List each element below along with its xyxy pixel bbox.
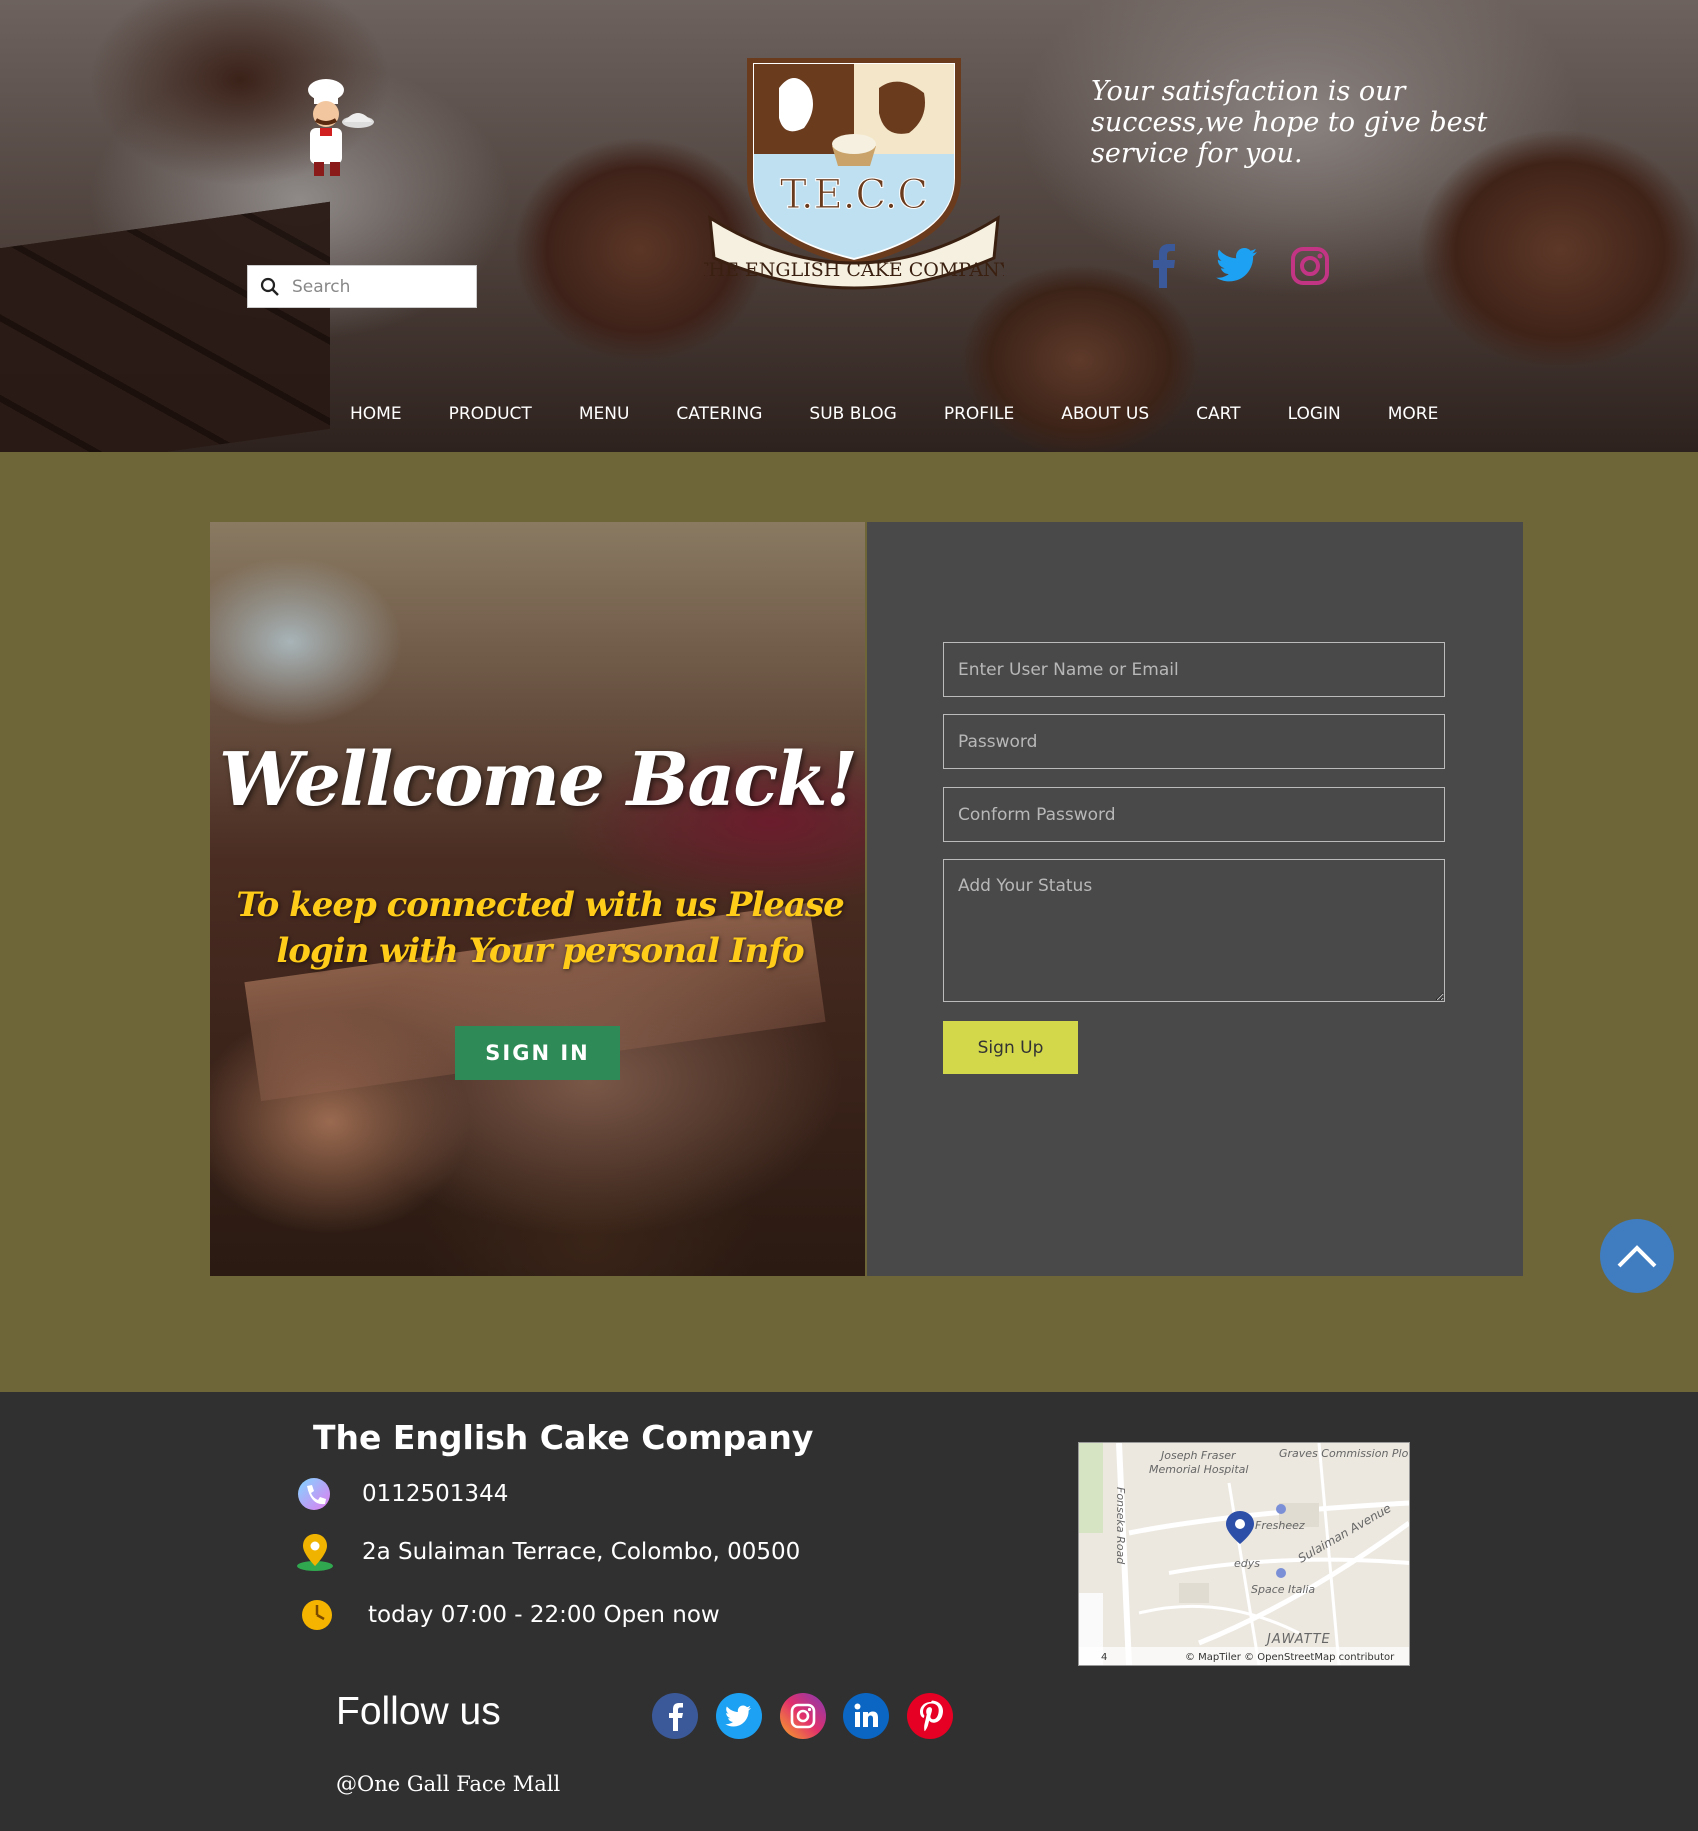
follow-us-label: Follow us (336, 1690, 501, 1733)
nav-home[interactable]: HOME (350, 404, 402, 434)
map-label-jawatte: JAWATTE (1264, 1632, 1331, 1647)
map-corner-label: 4 (1101, 1652, 1107, 1663)
map-label-fresheez: Fresheez (1255, 1519, 1305, 1532)
welcome-panel: Wellcome Back! To keep connected with us… (210, 522, 865, 1276)
clock-icon (302, 1600, 332, 1630)
signup-form-panel: Sign Up (867, 522, 1523, 1276)
scroll-to-top-button[interactable] (1600, 1219, 1674, 1293)
location-map[interactable]: Joseph Fraser Memorial Hospital Graves C… (1078, 1442, 1410, 1666)
map-label-edys: edys (1234, 1557, 1260, 1570)
map-attribution: © MapTiler © OpenStreetMap contributor (1185, 1652, 1395, 1663)
chevron-up-icon (1617, 1245, 1657, 1268)
nav-cart[interactable]: CART (1196, 404, 1240, 434)
username-email-field[interactable] (943, 642, 1445, 697)
instagram-icon[interactable] (1290, 244, 1330, 288)
footer-location-label: @One Gall Face Mall (336, 1772, 561, 1796)
footer-phone-row: 0112501344 (296, 1476, 508, 1512)
facebook-icon[interactable] (1148, 244, 1178, 288)
nav-login[interactable]: LOGIN (1288, 404, 1341, 434)
nav-catering[interactable]: CATERING (676, 404, 762, 434)
header-banner: T.E.C.C THE ENGLISH CAKE COMPANY Your sa… (0, 0, 1698, 452)
main-nav: HOME PRODUCT MENU CATERING SUB BLOG PROF… (350, 404, 1485, 434)
location-pin-icon (297, 1534, 333, 1571)
main-section: Wellcome Back! To keep connected with us… (0, 452, 1698, 1392)
chef-icon (308, 79, 374, 176)
search-icon (260, 277, 279, 296)
chocolate-bar-decoration (0, 201, 330, 452)
map-graphic: Joseph Fraser Memorial Hospital Graves C… (1079, 1443, 1409, 1665)
map-label-space-italia: Space Italia (1251, 1583, 1315, 1596)
welcome-subtitle: To keep connected with us Please login w… (236, 885, 845, 971)
phone-icon (298, 1478, 330, 1510)
nav-product[interactable]: PRODUCT (449, 404, 532, 434)
footer-address-row: 2a Sulaiman Terrace, Colombo, 00500 (296, 1532, 800, 1572)
footer-hours: today 07:00 - 22:00 Open now (368, 1602, 720, 1628)
logo-text: THE ENGLISH CAKE COMPANY (704, 259, 1004, 281)
twitter-icon[interactable] (1216, 244, 1258, 288)
confirm-password-field[interactable] (943, 787, 1445, 842)
status-textarea[interactable] (943, 859, 1445, 1002)
nav-menu[interactable]: MENU (579, 404, 630, 434)
welcome-title: Wellcome Back! (218, 737, 858, 823)
tagline: Your satisfaction is our success,we hope… (1091, 76, 1488, 169)
sign-up-button[interactable]: Sign Up (943, 1021, 1078, 1074)
nav-more[interactable]: MORE (1388, 404, 1439, 434)
footer-hours-row: today 07:00 - 22:00 Open now (296, 1597, 720, 1633)
logo-initials: T.E.C.C (780, 172, 928, 218)
map-label-hospital-1: Joseph Fraser (1159, 1449, 1237, 1462)
instagram-icon[interactable] (780, 1693, 826, 1739)
pinterest-icon[interactable] (907, 1693, 953, 1739)
facebook-icon[interactable] (652, 1693, 698, 1739)
nav-sub-blog[interactable]: SUB BLOG (809, 404, 896, 434)
company-logo: T.E.C.C THE ENGLISH CAKE COMPANY (704, 58, 1004, 290)
search-input[interactable] (290, 275, 464, 298)
map-label-fonseka: Fonseka Road (1114, 1487, 1127, 1565)
nav-about-us[interactable]: ABOUT US (1061, 404, 1149, 434)
sign-in-button[interactable]: SIGN IN (455, 1026, 620, 1080)
search-bar[interactable] (247, 265, 477, 308)
twitter-icon[interactable] (716, 1693, 762, 1739)
footer-phone: 0112501344 (362, 1481, 509, 1507)
password-field[interactable] (943, 714, 1445, 769)
map-label-graves: Graves Commission Plot (1279, 1447, 1409, 1460)
footer-address: 2a Sulaiman Terrace, Colombo, 00500 (362, 1539, 801, 1565)
nav-profile[interactable]: PROFILE (944, 404, 1014, 434)
map-label-hospital-2: Memorial Hospital (1149, 1463, 1248, 1476)
footer: The English Cake Company 0112501344 2a S… (0, 1392, 1698, 1831)
linkedin-icon[interactable] (843, 1693, 889, 1739)
footer-company-name: The English Cake Company (313, 1418, 814, 1457)
